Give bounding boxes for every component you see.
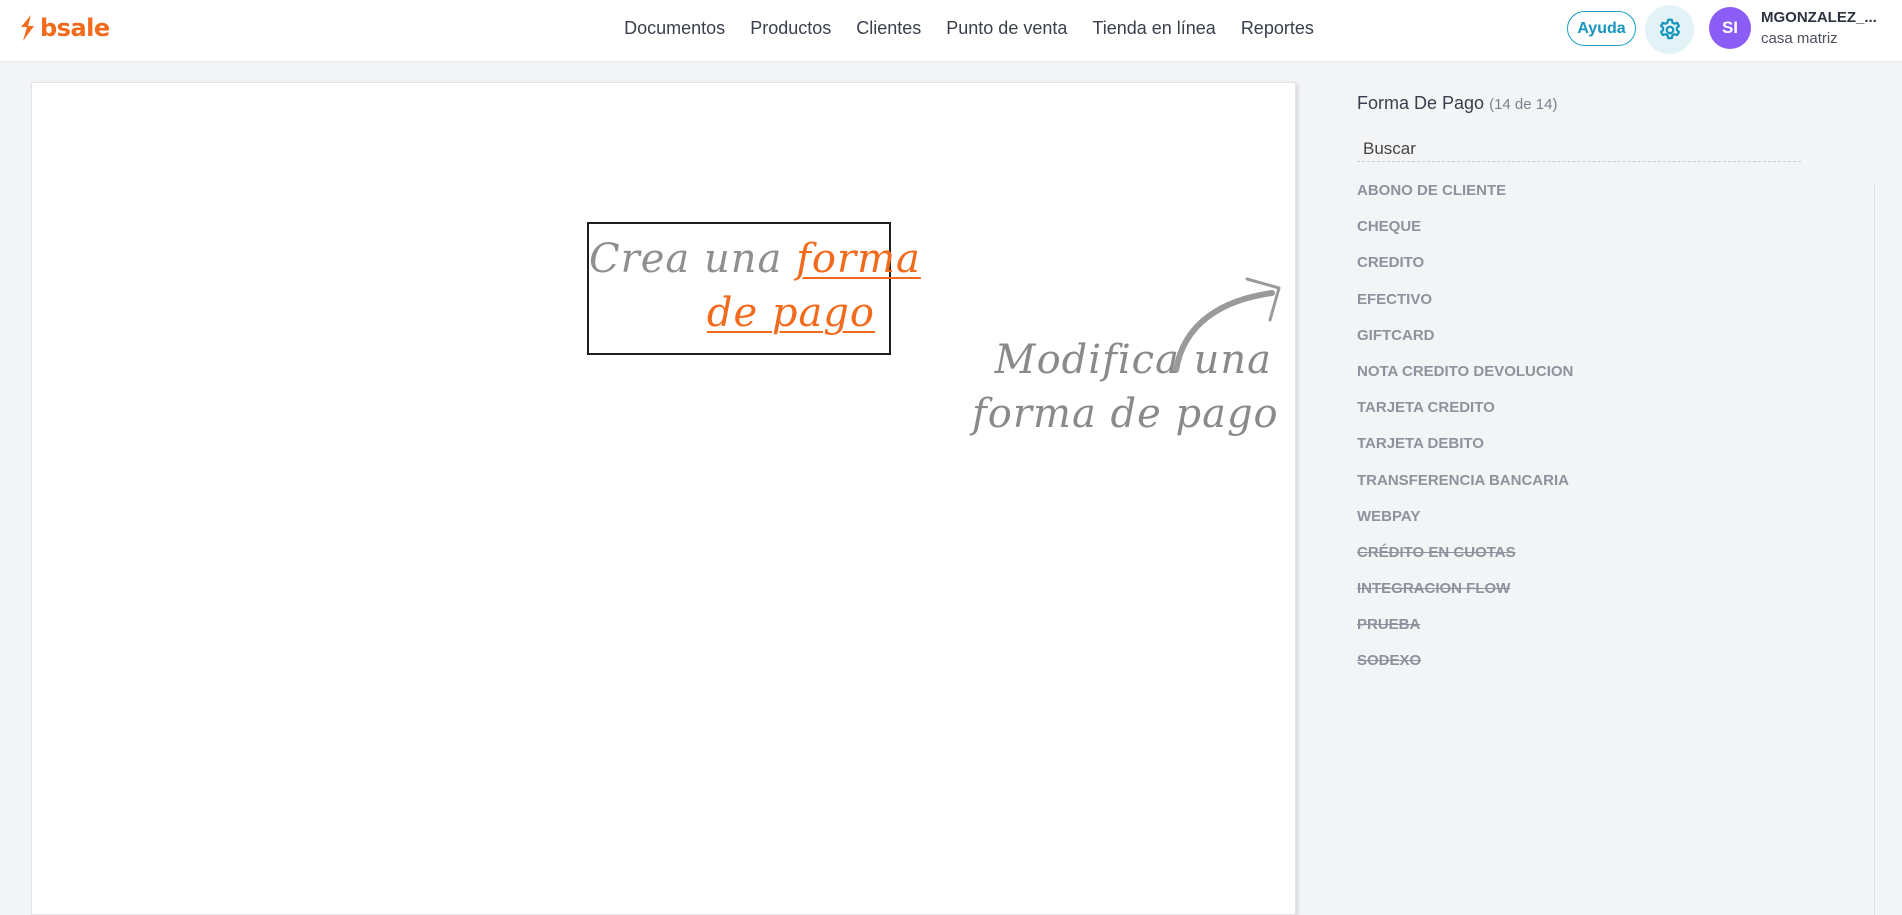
help-button[interactable]: Ayuda — [1567, 11, 1636, 46]
payment-method-item[interactable]: GIFTCARD — [1357, 325, 1573, 361]
payment-method-item[interactable]: TARJETA DEBITO — [1357, 433, 1573, 469]
create-hint-prefix: Crea una — [589, 236, 783, 282]
create-payment-hint[interactable]: Crea una forma de pago — [587, 222, 920, 355]
main-canvas: Crea una forma de pago Modifica una form… — [31, 82, 1296, 915]
payment-method-item[interactable]: CHEQUE — [1357, 216, 1573, 252]
panel-title-text: Forma De Pago — [1357, 93, 1485, 113]
payment-method-item[interactable]: CRÉDITO EN CUOTAS — [1357, 542, 1573, 578]
nav-productos[interactable]: Productos — [738, 16, 844, 40]
panel-scrollbar[interactable] — [1874, 183, 1875, 915]
payment-method-item[interactable]: TRANSFERENCIA BANCARIA — [1357, 470, 1573, 506]
modify-payment-hint: Modifica una forma de pago — [972, 333, 1279, 441]
user-name[interactable]: MGONZALEZ_... — [1761, 9, 1877, 26]
settings-button[interactable] — [1645, 5, 1694, 54]
payment-method-item[interactable]: PRUEBA — [1357, 614, 1573, 650]
payment-method-item[interactable]: INTEGRACION FLOW — [1357, 578, 1573, 614]
gear-icon — [1659, 18, 1680, 39]
payment-method-item[interactable]: NOTA CREDITO DEVOLUCION — [1357, 361, 1573, 397]
search-input[interactable] — [1357, 136, 1801, 162]
panel-count: (14 de 14) — [1489, 96, 1558, 113]
create-hint-line-1: Crea una forma — [589, 232, 920, 286]
create-hint-line-2: de pago — [589, 286, 875, 340]
payment-method-item[interactable]: ABONO DE CLIENTE — [1357, 180, 1573, 216]
payment-method-item[interactable]: SODEXO — [1357, 650, 1573, 686]
nav-clientes[interactable]: Clientes — [844, 16, 934, 40]
payment-method-item[interactable]: WEBPAY — [1357, 506, 1573, 542]
nav-documentos[interactable]: Documentos — [612, 16, 738, 40]
nav-reportes[interactable]: Reportes — [1228, 16, 1326, 40]
create-hint-link-de-pago[interactable]: de pago — [707, 290, 875, 336]
user-avatar[interactable]: SI — [1709, 7, 1751, 49]
payment-method-item[interactable]: CREDITO — [1357, 252, 1573, 288]
payment-methods-title: Forma De Pago (14 de 14) — [1357, 93, 1557, 114]
create-hint-link-forma[interactable]: forma — [796, 236, 921, 282]
user-branch: casa matriz — [1761, 30, 1838, 47]
top-bar: bsale Documentos Productos Clientes Punt… — [0, 0, 1902, 62]
payment-method-list: ABONO DE CLIENTE CHEQUE CREDITO EFECTIVO GIF… — [1357, 180, 1573, 687]
nav-punto-de-venta[interactable]: Punto de venta — [934, 16, 1080, 40]
modify-hint-line-1: Modifica una — [994, 337, 1272, 383]
payment-method-item[interactable]: TARJETA CREDITO — [1357, 397, 1573, 433]
payment-method-item[interactable]: EFECTIVO — [1357, 289, 1573, 325]
modify-hint-line-2: forma de pago — [972, 391, 1279, 437]
nav-tienda-en-linea[interactable]: Tienda en línea — [1080, 16, 1228, 40]
